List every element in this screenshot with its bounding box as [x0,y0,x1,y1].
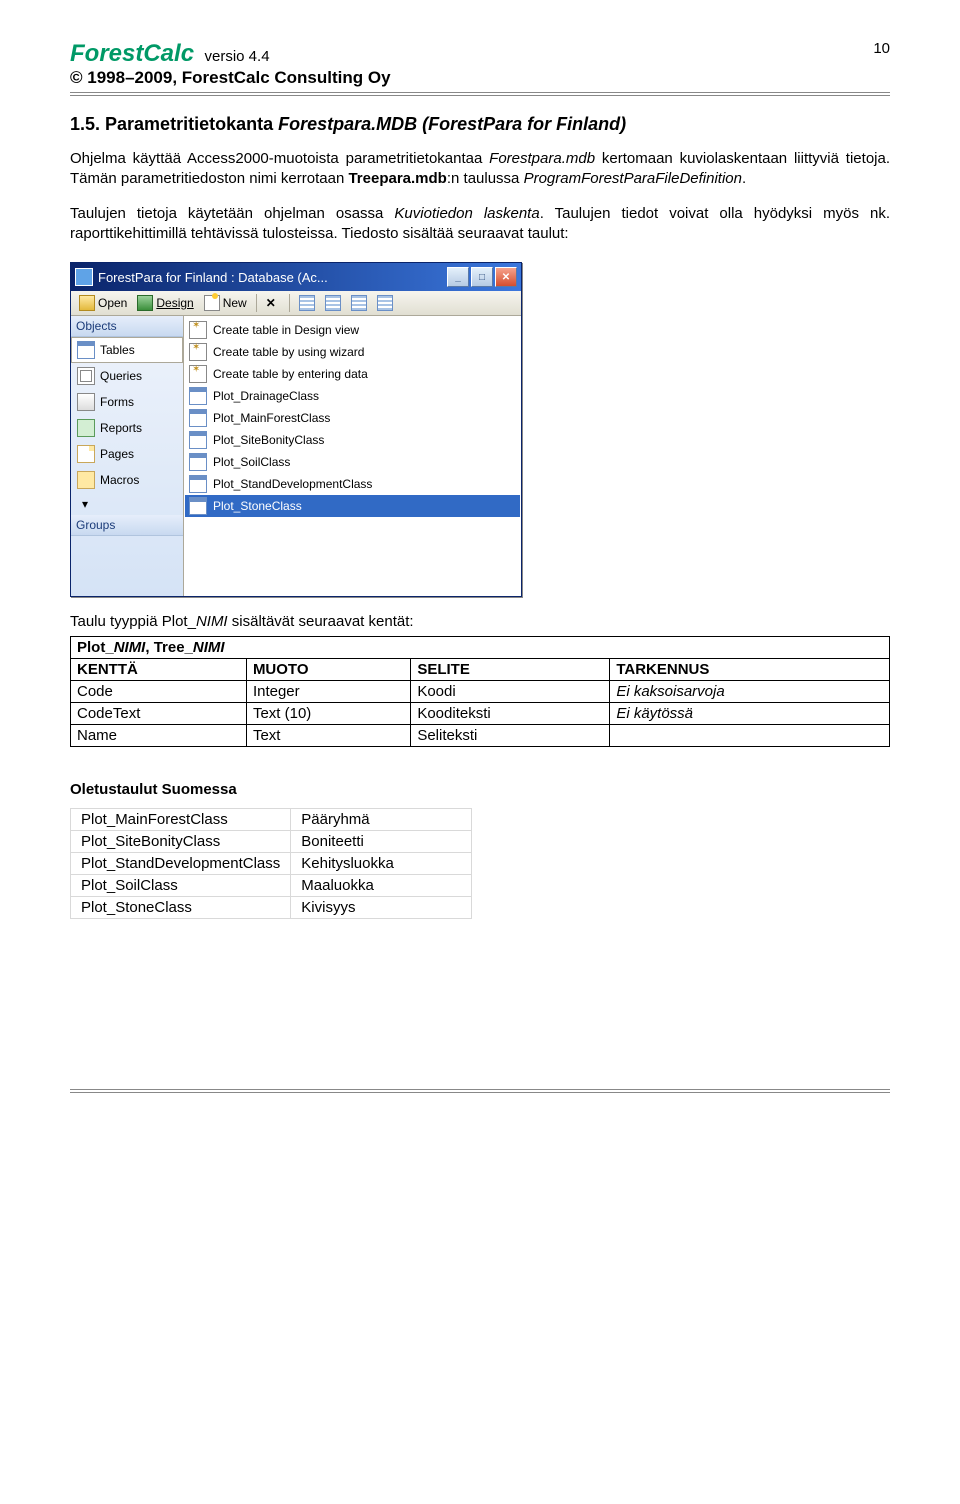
heading-em: Forestpara.MDB (ForestPara for Finland) [278,114,626,134]
sidebar-item-reports[interactable]: Reports [71,415,183,441]
db-title: ForestPara for Finland : Database (Ac... [98,270,447,285]
db-toolbar: Open Design New ✕ [71,291,521,316]
table-row: CodeText Text (10) Kooditeksti Ei käytös… [71,703,890,725]
schema-table: Plot_NIMI, Tree_NIMI KENTTÄ MUOTO SELITE… [70,636,890,747]
toolbar-view-list[interactable] [347,293,371,313]
open-icon [79,295,95,311]
create-wizard-row[interactable]: Create table by using wizard [185,341,520,363]
table-icon [189,475,207,493]
sidebar-item-more[interactable]: ▾ [71,493,183,515]
table-icon [189,409,207,427]
reports-icon [77,419,95,437]
delete-icon: ✕ [266,296,280,310]
table-row[interactable]: Plot_StandDevelopmentClass [185,473,520,495]
rule [70,1089,890,1090]
toolbar-new[interactable]: New [200,293,251,313]
rule [70,1092,890,1093]
tables-icon [77,341,95,359]
pages-icon [77,445,95,463]
db-app-icon [75,268,93,286]
copyright: © 1998–2009, ForestCalc Consulting Oy [70,68,890,88]
sidebar-item-forms[interactable]: Forms [71,389,183,415]
table-row: Plot_SoilClassMaaluokka [71,875,472,897]
section-heading: 1.5. Parametritietokanta Forestpara.MDB … [70,114,890,135]
macros-icon [77,471,95,489]
create-data-row[interactable]: Create table by entering data [185,363,520,385]
toolbar-design[interactable]: Design [133,293,197,313]
forms-icon [77,393,95,411]
table-icon [189,453,207,471]
design-icon [137,295,153,311]
table-row: Plot_MainForestClassPääryhmä [71,809,472,831]
heading-prefix: 1.5. Parametritietokanta [70,114,278,134]
table-icon [189,431,207,449]
sidebar-item-queries[interactable]: Queries [71,363,183,389]
toolbar-separator [256,294,257,312]
page-header: ForestCalc versio 4.4 © 1998–2009, Fores… [70,40,890,88]
table-row[interactable]: Plot_SiteBonityClass [185,429,520,451]
queries-icon [77,367,95,385]
table-row: Plot_SiteBonityClassBoniteetti [71,831,472,853]
defaults-heading: Oletustaulut Suomessa [70,781,890,798]
table-row: Plot_StandDevelopmentClassKehitysluokka [71,853,472,875]
toolbar-view-details[interactable] [373,293,397,313]
sidebar-item-pages[interactable]: Pages [71,441,183,467]
db-window: ForestPara for Finland : Database (Ac...… [70,262,522,597]
sidebar-group-groups[interactable]: Groups [71,515,183,536]
new-icon [204,295,220,311]
minimize-button[interactable]: _ [447,267,469,287]
col-kentta: KENTTÄ [71,659,247,681]
create-icon [189,365,207,383]
paragraph-2: Taulujen tietoja käytetään ohjelman osas… [70,204,890,245]
rule [70,95,890,96]
chevron-down-icon: ▾ [77,497,93,511]
smallicons-icon [325,295,341,311]
sidebar-item-tables[interactable]: Tables [71,337,183,363]
maximize-button[interactable]: □ [471,267,493,287]
details-icon [377,295,393,311]
col-tarkennus: TARKENNUS [610,659,890,681]
app-version: versio 4.4 [205,48,270,65]
db-titlebar[interactable]: ForestPara for Finland : Database (Ac...… [71,263,521,291]
sidebar-group-objects[interactable]: Objects [71,316,183,337]
table-row[interactable]: Plot_SoilClass [185,451,520,473]
table-row-selected[interactable]: Plot_StoneClass [185,495,520,517]
close-button[interactable]: ✕ [495,267,517,287]
paragraph-1: Ohjelma käyttää Access2000-muotoista par… [70,149,890,190]
toolbar-open[interactable]: Open [75,293,131,313]
create-icon [189,321,207,339]
list-icon [351,295,367,311]
largeicons-icon [299,295,315,311]
app-title: ForestCalc [70,40,194,67]
table-row: Code Integer Koodi Ei kaksoisarvoja [71,681,890,703]
defaults-table: Plot_MainForestClassPääryhmä Plot_SiteBo… [70,808,472,919]
schema-title: Plot_NIMI, Tree_NIMI [71,637,890,659]
table-row: Name Text Seliteksti [71,725,890,747]
toolbar-view-large[interactable] [295,293,319,313]
page-number: 10 [873,40,890,57]
sidebar-item-macros[interactable]: Macros [71,467,183,493]
table-caption: Taulu tyyppiä Plot_NIMI sisältävät seura… [70,613,890,630]
col-muoto: MUOTO [246,659,410,681]
table-row[interactable]: Plot_MainForestClass [185,407,520,429]
toolbar-delete[interactable]: ✕ [262,294,284,312]
create-icon [189,343,207,361]
rule [70,92,890,93]
table-icon [189,387,207,405]
create-design-row[interactable]: Create table in Design view [185,319,520,341]
table-row[interactable]: Plot_DrainageClass [185,385,520,407]
db-sidebar: Objects Tables Queries Forms Reports Pag… [71,316,184,596]
toolbar-view-small[interactable] [321,293,345,313]
table-row: Plot_StoneClassKivisyys [71,897,472,919]
col-selite: SELITE [411,659,610,681]
toolbar-separator [289,294,290,312]
table-icon [189,497,207,515]
db-content: Create table in Design view Create table… [184,316,521,596]
